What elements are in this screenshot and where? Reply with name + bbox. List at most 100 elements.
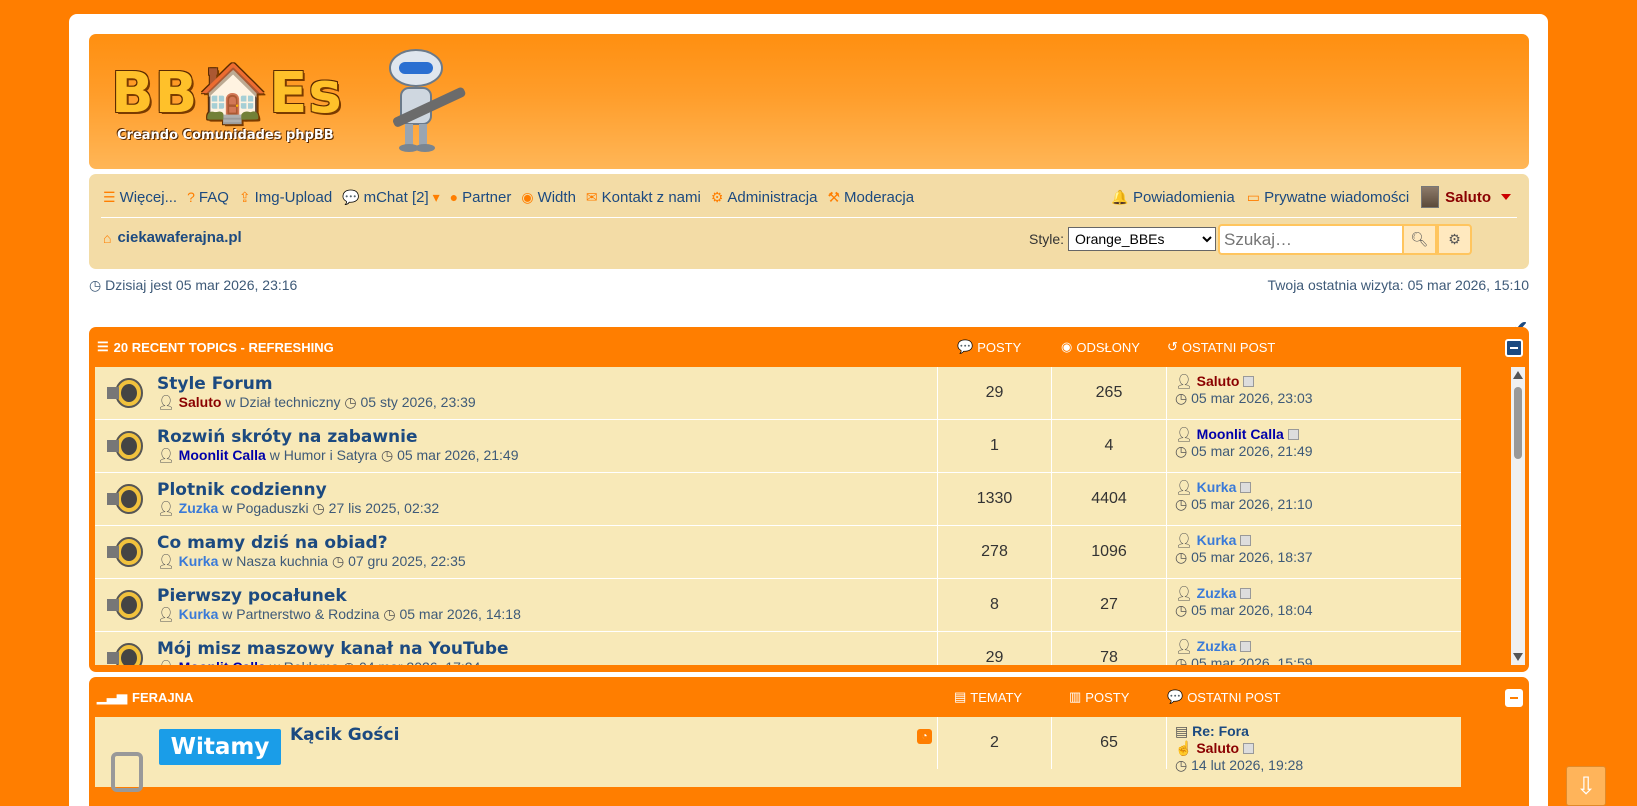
forum-read-icon [111,752,143,792]
topic-forum[interactable]: Reklama [284,659,339,665]
scroll-up-icon[interactable] [1513,371,1523,379]
user-icon: 👤︎ [157,500,175,516]
topic-last-post: 👤︎ Zuzka ◷ 05 mar 2026, 18:04 [1175,585,1313,619]
scroll-down-icon[interactable] [1513,653,1523,661]
username: Saluto [1445,188,1491,206]
topic-author[interactable]: Moonlit Calla [179,659,266,665]
last-post-title[interactable]: Re: Fora [1192,723,1249,739]
site-logo[interactable]: BB🏠Es Creando Comunidades phpBB [111,46,471,156]
forum-title[interactable]: Kącik Gości [290,725,399,745]
last-post-user[interactable]: Saluto [1197,373,1240,389]
clock-icon: ◷ [1175,655,1188,665]
search-box: 🔍︎ ⚙ [1218,224,1472,255]
clock-icon: ◷ [312,500,325,516]
last-post-date: 05 mar 2026, 21:10 [1191,496,1313,512]
topic-row: Co mamy dziś na obiad? 👤︎ Kurka w Nasza k… [95,526,1461,579]
last-post-user[interactable]: Saluto [1196,740,1239,756]
advanced-search-button[interactable]: ⚙ [1437,224,1472,255]
file-icon: ▤ [954,689,967,704]
nav-contact[interactable]: ✉ Kontakt z nami [586,189,701,206]
topic-forum[interactable]: Dział techniczny [239,394,340,410]
topic-forum[interactable]: Nasza kuchnia [236,553,328,569]
style-select[interactable]: Orange_BBEs [1068,227,1217,251]
last-post-user[interactable]: Zuzka [1197,638,1237,654]
external-link-icon[interactable] [1240,482,1252,493]
recent-topics-panel: ☰ 20 RECENT TOPICS - REFRESHING 💬 POSTY ◉ O… [89,327,1529,672]
nav-admin[interactable]: ⚙ Administracja [711,189,818,206]
external-link-icon[interactable] [1240,535,1252,546]
rss-icon[interactable]: ◔ [917,729,932,744]
logo-text: BB🏠Es [111,61,343,126]
breadcrumb[interactable]: ⌂ ciekawaferajna.pl [103,229,242,246]
upload-icon: ⇪ [238,188,251,205]
topic-last-post: 👤︎ Moonlit Calla ◷ 05 mar 2026, 21:49 [1175,426,1313,460]
history-icon: ↺ [1167,339,1178,354]
topic-author[interactable]: Zuzka [179,500,219,516]
nav-moderation-label: Moderacja [844,188,915,206]
col-last-post-label: OSTATNI POST [1187,689,1281,705]
collapse-button[interactable] [1505,689,1523,707]
user-icon: 👤︎ [1175,373,1193,389]
topic-title[interactable]: Rozwiń skróty na zabawnie [157,427,418,447]
topic-author[interactable]: Kurka [179,553,219,569]
last-post-user[interactable]: Kurka [1197,479,1237,495]
ferajna-title: ▁▃▅ FERAJNA [97,689,193,705]
scrollbar-thumb[interactable] [1514,387,1522,459]
external-link-icon[interactable] [1240,588,1252,599]
external-link-icon[interactable] [1243,376,1255,387]
last-post-user[interactable]: Kurka [1197,532,1237,548]
topic-row: Mój misz maszowy kanał na YouTube👤︎ Moon… [95,632,1461,665]
external-link-icon[interactable] [1287,429,1299,440]
caret-down-icon[interactable]: ▾ [433,189,440,206]
topic-title[interactable]: Mój misz maszowy kanał na YouTube [157,639,509,659]
scroll-to-bottom-button[interactable]: ⇩ [1566,766,1606,806]
collapse-button[interactable] [1505,339,1523,357]
topic-author[interactable]: Moonlit Calla [179,447,266,463]
topic-forum[interactable]: Pogaduszki [236,500,308,516]
nav-moderation[interactable]: ⚒ Moderacja [827,189,914,206]
topic-forum[interactable]: Partnerstwo & Rodzina [236,606,379,622]
external-link-icon[interactable] [1240,641,1252,652]
nav-width[interactable]: ◉ Width [521,189,576,206]
external-link-icon[interactable] [1243,743,1255,754]
search-input[interactable] [1218,224,1402,255]
scrollbar[interactable] [1511,367,1525,665]
topic-forum[interactable]: Humor i Satyra [284,447,377,463]
last-post-date: 05 mar 2026, 18:04 [1191,602,1313,618]
nav-more-label: Więcej... [119,188,178,206]
arrow-down-icon: ⇩ [1575,772,1597,800]
nav-partner[interactable]: ● Partner [450,189,512,206]
user-icon: 👤︎ [1175,585,1193,601]
chat-icon: 💬 [342,188,360,205]
topic-title[interactable]: Style Forum [157,374,273,394]
topic-date: 27 lis 2025, 02:32 [328,500,440,516]
topic-author[interactable]: Kurka [179,606,219,622]
forum-badge[interactable]: Witamy [159,729,281,765]
notifications-link[interactable]: 🔔 Powiadomienia [1111,189,1234,206]
current-date: ◷ Dzisiaj jest 05 mar 2026, 23:16 [89,277,297,294]
private-messages-link[interactable]: ▭ Prywatne wiadomości [1247,189,1409,206]
notifications-label: Powiadomienia [1132,188,1235,206]
files-icon: ▥ [1069,689,1082,704]
topic-author[interactable]: Saluto [179,394,222,410]
topic-title[interactable]: Pierwszy pocałunek [157,586,347,606]
user-icon: 👤︎ [1175,426,1193,442]
megaphone-icon [107,378,143,408]
last-post-user[interactable]: Zuzka [1197,585,1237,601]
in-word: w [222,500,233,516]
in-word: w [222,606,233,622]
topic-list: Style Forum 👤︎ Saluto w Dział techniczny … [95,367,1461,665]
nav-more[interactable]: ☰ Więcej... [103,189,177,206]
topic-title[interactable]: Co mamy dziś na obiad? [157,533,388,553]
user-profile-dropdown[interactable]: Saluto [1421,186,1511,208]
last-post-user[interactable]: Moonlit Calla [1197,426,1284,442]
nav-faq-label: FAQ [198,188,229,206]
topic-title[interactable]: Plotnik codzienny [157,480,327,500]
globe-icon: ● [449,189,459,205]
nav-mchat[interactable]: 💬 mChat [2] ▾ [342,189,440,206]
nav-faq[interactable]: ? FAQ [187,189,229,206]
search-button[interactable]: 🔍︎ [1402,224,1437,255]
clock-icon: ◷ [1175,757,1188,773]
nav-img-upload[interactable]: ⇪ Img-Upload [239,189,332,206]
navbar: ☰ Więcej... ? FAQ ⇪ Img-Upload 💬 mChat [2] ▾ … [89,174,1529,269]
